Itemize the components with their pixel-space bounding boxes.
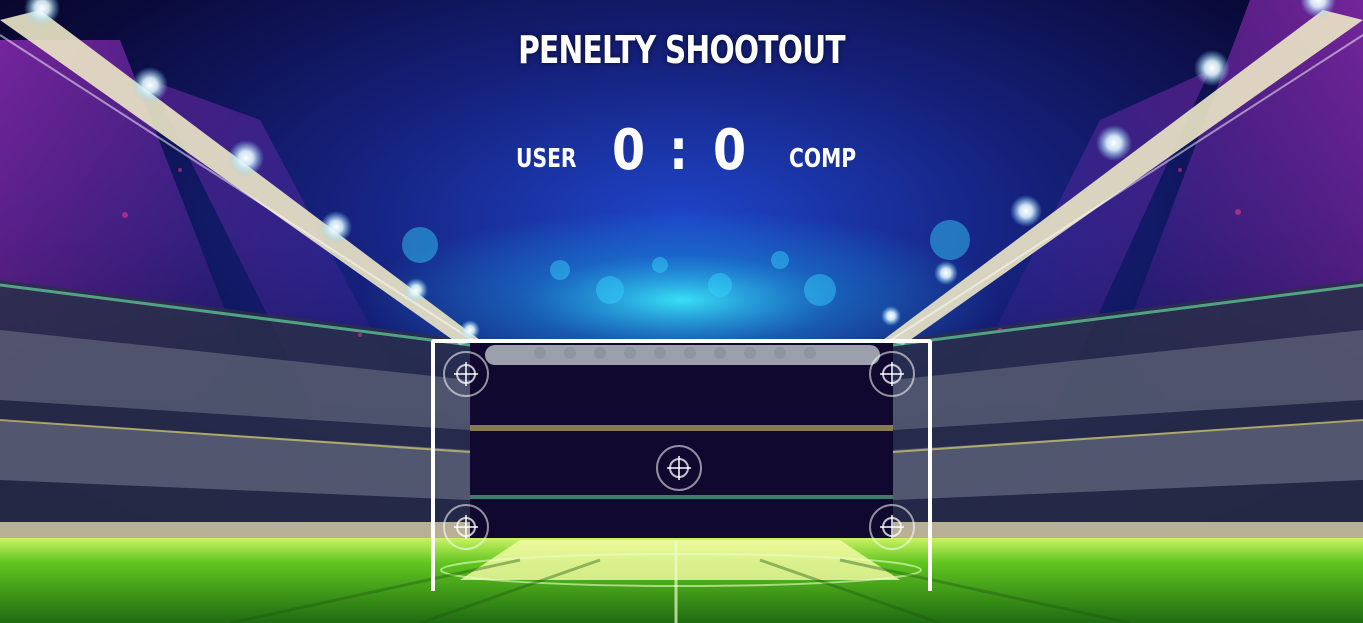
- target-bottom-right-icon[interactable]: [869, 504, 915, 550]
- comp-label: COMP: [789, 144, 857, 174]
- user-label: USER: [516, 144, 577, 174]
- stadium-scene: PENELTY SHOOTOUT USER 0 : 0 COMP: [0, 0, 1363, 623]
- target-top-left-icon[interactable]: [443, 351, 489, 397]
- goal-frame: [431, 339, 932, 591]
- target-top-right-icon[interactable]: [869, 351, 915, 397]
- target-center-icon[interactable]: [656, 445, 702, 491]
- user-score: 0: [612, 118, 646, 183]
- target-bottom-left-icon[interactable]: [443, 504, 489, 550]
- score-separator: :: [669, 118, 689, 183]
- scoreboard: USER 0 : 0 COMP: [0, 118, 1363, 188]
- game-title: PENELTY SHOOTOUT: [518, 28, 846, 72]
- comp-score: 0: [713, 118, 747, 183]
